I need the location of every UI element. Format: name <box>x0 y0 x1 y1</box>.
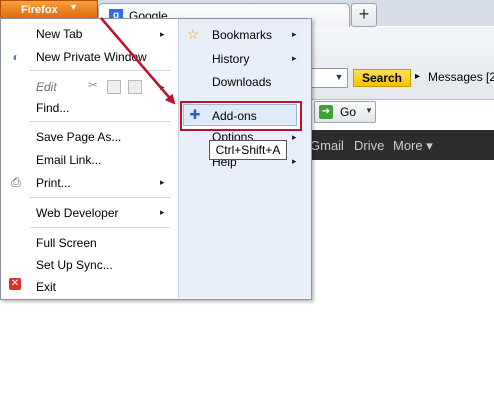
messages-link[interactable]: Messages [23 <box>428 70 494 84</box>
submenu-arrow-icon: ▸ <box>160 207 165 217</box>
menu-item-web-developer[interactable]: Web Developer <box>36 206 119 220</box>
go-button[interactable]: ➜ Go ▼ <box>314 101 376 123</box>
puzzle-piece-icon: ✚ <box>189 107 201 122</box>
gmail-link[interactable]: Gmail <box>310 138 344 153</box>
submenu-arrow-icon: ▸ <box>292 29 297 39</box>
chevron-down-icon: ▼ <box>69 2 78 12</box>
submenu-arrow-icon: ▸ <box>160 177 165 187</box>
menu-item-new-tab[interactable]: New Tab <box>36 27 82 41</box>
menu-separator <box>30 121 170 122</box>
menu-separator <box>30 197 170 198</box>
drive-link[interactable]: Drive <box>354 138 384 153</box>
exit-icon: ✕ <box>9 278 21 290</box>
paste-icon <box>128 80 142 94</box>
menu-item-downloads[interactable]: Downloads <box>212 75 271 89</box>
menu-item-email-link[interactable]: Email Link... <box>36 153 101 167</box>
new-tab-button[interactable]: + <box>351 3 377 27</box>
submenu-arrow-icon: ▸ <box>160 82 165 92</box>
search-button[interactable]: Search <box>353 69 411 87</box>
firefox-menu-button[interactable]: Firefox ▼ <box>0 0 98 20</box>
submenu-arrow-icon: ▸ <box>160 29 165 39</box>
cut-icon: ✂ <box>87 78 99 92</box>
submenu-arrow-icon: ▸ <box>292 132 297 142</box>
menu-item-save-page[interactable]: Save Page As... <box>36 130 121 144</box>
messages-icon: ▸ <box>415 71 421 82</box>
copy-icon <box>107 80 121 94</box>
menu-item-history[interactable]: History <box>212 52 249 66</box>
menu-separator <box>30 227 170 228</box>
submenu-arrow-icon: ▸ <box>292 156 297 166</box>
printer-icon: ⎙ <box>11 175 21 189</box>
private-mask-icon: ◐ <box>12 50 20 64</box>
menu-item-find[interactable]: Find... <box>36 101 69 115</box>
menu-item-addons[interactable]: Add-ons <box>212 109 257 123</box>
go-arrow-icon: ➜ <box>319 105 333 119</box>
search-dropdown-icon[interactable]: ▼ <box>333 69 345 85</box>
firefox-menu-label: Firefox <box>21 4 58 16</box>
tooltip: Ctrl+Shift+A <box>209 140 287 160</box>
menu-item-print[interactable]: Print... <box>36 176 71 190</box>
star-icon: ☆ <box>186 26 200 42</box>
menu-item-new-private-window[interactable]: New Private Window <box>36 50 147 64</box>
menu-item-bookmarks[interactable]: Bookmarks <box>212 28 272 42</box>
menu-item-edit[interactable]: Edit <box>36 80 57 94</box>
go-dropdown-icon[interactable]: ▼ <box>365 106 373 115</box>
menu-separator <box>30 70 170 71</box>
menu-item-exit[interactable]: Exit <box>36 280 56 294</box>
menu-item-full-screen[interactable]: Full Screen <box>36 236 97 250</box>
menu-item-set-up-sync[interactable]: Set Up Sync... <box>36 258 113 272</box>
go-label: Go <box>340 105 357 119</box>
more-link[interactable]: More ▾ <box>393 138 433 154</box>
submenu-arrow-icon: ▸ <box>292 53 297 63</box>
